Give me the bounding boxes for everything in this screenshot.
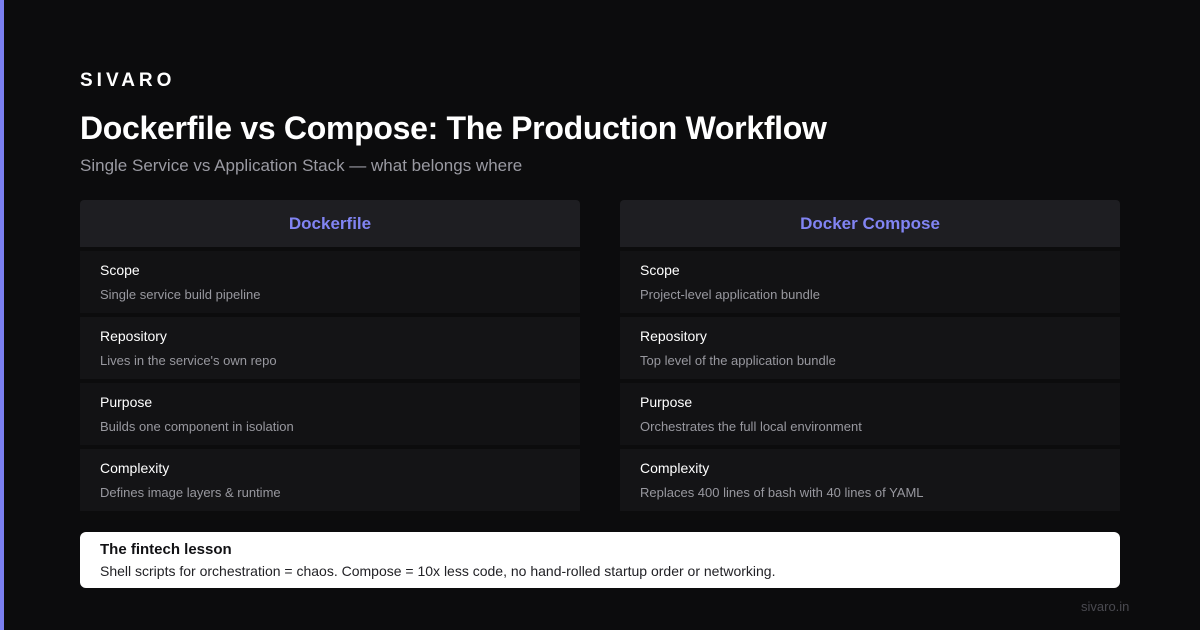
lesson-text: Shell scripts for orchestration = chaos.… — [100, 563, 776, 579]
comparison-row: Complexity Replaces 400 lines of bash wi… — [620, 449, 1120, 511]
column-header: Docker Compose — [620, 200, 1120, 247]
dockerfile-column: Dockerfile Scope Single service build pi… — [80, 200, 580, 511]
accent-bar — [0, 0, 4, 630]
comparison-row: Scope Single service build pipeline — [80, 251, 580, 313]
comparison-row: Complexity Defines image layers & runtim… — [80, 449, 580, 511]
comparison-row: Scope Project-level application bundle — [620, 251, 1120, 313]
row-value: Orchestrates the full local environment — [640, 419, 862, 434]
brand-logo: SIVARO — [80, 70, 176, 91]
comparison-row: Repository Lives in the service's own re… — [80, 317, 580, 379]
row-label: Complexity — [640, 460, 710, 476]
row-value: Top level of the application bundle — [640, 353, 836, 368]
comparison-row: Purpose Orchestrates the full local envi… — [620, 383, 1120, 445]
row-label: Repository — [640, 328, 707, 344]
row-value: Single service build pipeline — [100, 287, 261, 302]
comparison-row: Purpose Builds one component in isolatio… — [80, 383, 580, 445]
row-value: Replaces 400 lines of bash with 40 lines… — [640, 485, 924, 500]
row-value: Defines image layers & runtime — [100, 485, 281, 500]
page-title: Dockerfile vs Compose: The Production Wo… — [80, 110, 827, 146]
row-label: Complexity — [100, 460, 170, 476]
row-value: Lives in the service's own repo — [100, 353, 277, 368]
row-label: Purpose — [100, 394, 153, 410]
column-header: Dockerfile — [80, 200, 580, 247]
comparison-row: Repository Top level of the application … — [620, 317, 1120, 379]
row-label: Scope — [100, 262, 140, 278]
row-label: Purpose — [640, 394, 693, 410]
row-value: Builds one component in isolation — [100, 419, 294, 434]
lesson-callout: The fintech lesson Shell scripts for orc… — [80, 532, 1120, 588]
page-subtitle: Single Service vs Application Stack — wh… — [80, 156, 523, 175]
docker-compose-column: Docker Compose Scope Project-level appli… — [620, 200, 1120, 511]
row-value: Project-level application bundle — [640, 287, 820, 302]
row-label: Repository — [100, 328, 167, 344]
footer-url: sivaro.in — [1081, 599, 1130, 614]
row-label: Scope — [640, 262, 680, 278]
lesson-title: The fintech lesson — [100, 541, 232, 558]
